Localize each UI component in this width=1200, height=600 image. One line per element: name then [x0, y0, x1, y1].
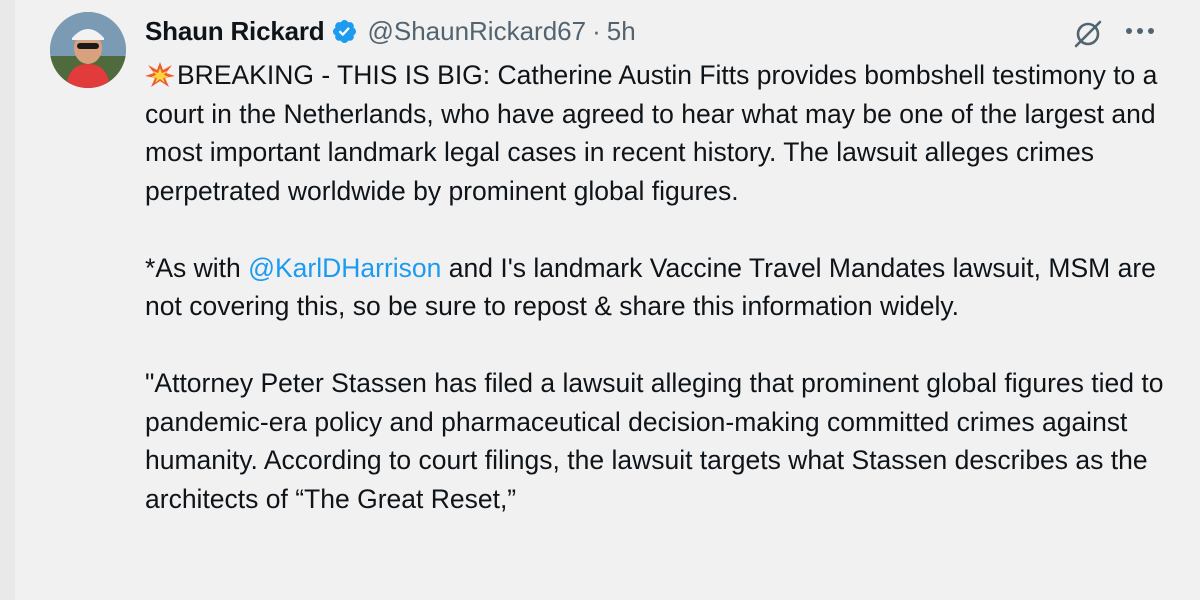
avatar-photo [50, 12, 126, 88]
paragraph-3-text: "Attorney Peter Stassen has filed a laws… [145, 368, 1164, 514]
author-avatar[interactable] [50, 12, 126, 88]
separator-dot: · [592, 15, 601, 46]
grok-button[interactable] [1068, 14, 1108, 54]
tweet-paragraph-2: *As with @KarlDHarrison and I's landmark… [145, 249, 1185, 326]
collision-emoji-icon [145, 62, 175, 87]
tweet-paragraph-3: "Attorney Peter Stassen has filed a laws… [145, 364, 1185, 518]
tweet-text: BREAKING - THIS IS BIG: Catherine Austin… [145, 56, 1185, 518]
mention-link[interactable]: @KarlDHarrison [248, 253, 441, 283]
author-name[interactable]: Shaun Rickard [145, 16, 325, 47]
grok-icon [1074, 20, 1102, 48]
paragraph-1-text: BREAKING - THIS IS BIG: Catherine Austin… [145, 60, 1158, 206]
author-handle[interactable]: @ShaunRickard67 [367, 16, 586, 47]
paragraph-2-text-before: *As with [145, 252, 249, 283]
tweet-paragraph-1: BREAKING - THIS IS BIG: Catherine Austin… [145, 56, 1185, 210]
tweet-timestamp[interactable]: 5h [607, 16, 636, 47]
more-options-icon [1126, 28, 1154, 34]
tweet-header: Shaun Rickard @ShaunRickard67 · 5h [145, 14, 636, 48]
verified-badge-icon [333, 19, 357, 43]
more-options-button[interactable] [1120, 14, 1160, 48]
